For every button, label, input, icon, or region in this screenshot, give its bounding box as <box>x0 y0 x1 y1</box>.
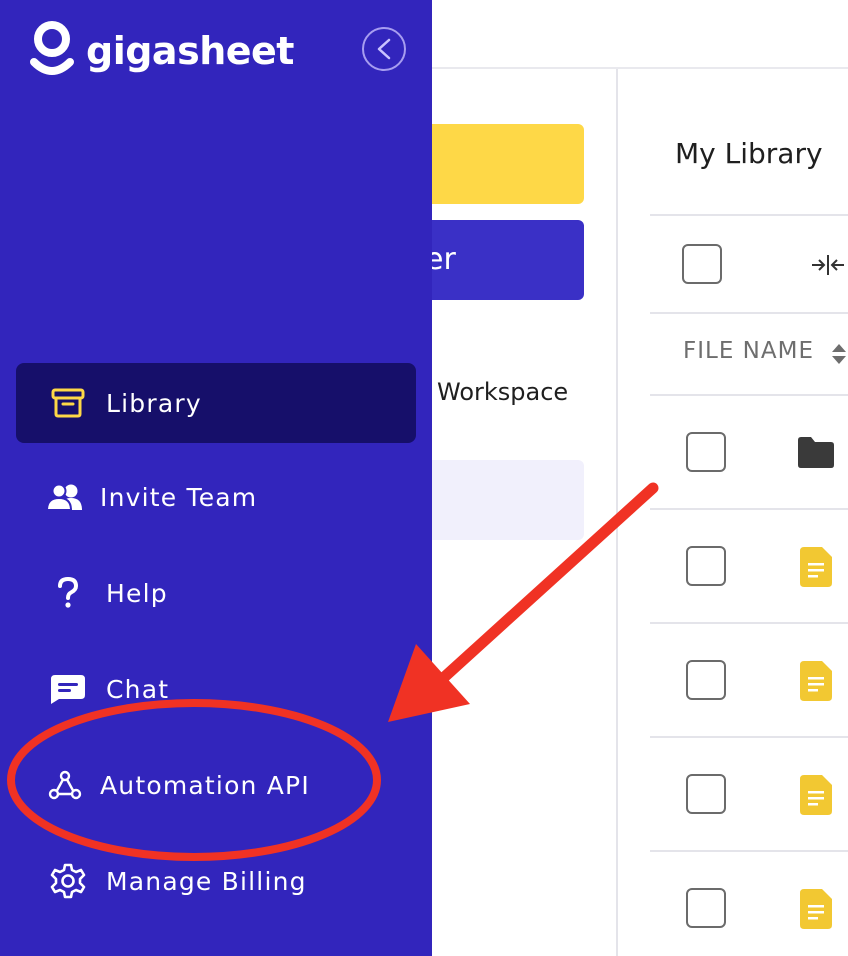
sidebar-item-label: Automation API <box>100 770 310 800</box>
row-checkbox[interactable] <box>686 546 726 586</box>
chevron-left-icon <box>377 38 391 60</box>
sheet-file-icon <box>800 889 832 929</box>
divider <box>650 508 848 510</box>
divider <box>650 312 848 314</box>
divider <box>650 214 848 216</box>
gear-icon <box>48 861 88 901</box>
divider <box>650 622 848 624</box>
row-checkbox[interactable] <box>686 888 726 928</box>
users-icon <box>46 477 84 517</box>
row-checkbox[interactable] <box>686 774 726 814</box>
collapse-sidebar-button[interactable] <box>362 27 406 71</box>
question-icon <box>48 573 88 613</box>
row-checkbox[interactable] <box>686 660 726 700</box>
sheet-file-icon <box>800 775 832 815</box>
sidebar-item-chat[interactable]: Chat <box>16 649 416 729</box>
sidebar-item-label: Library <box>106 388 202 418</box>
sidebar-item-help[interactable]: Help <box>16 553 416 633</box>
sidebar-item-label: Help <box>106 578 168 608</box>
row-checkbox[interactable] <box>686 432 726 472</box>
collapse-columns-icon[interactable] <box>808 250 848 280</box>
page-title: My Library <box>675 137 823 170</box>
file-name-column-header[interactable]: FILE NAME <box>683 338 814 364</box>
sidebar-item-label: Chat <box>106 674 170 704</box>
sidebar-item-invite-team[interactable]: Invite Team <box>16 457 416 537</box>
workspace-label: Workspace <box>437 378 569 406</box>
sidebar-item-automation-api[interactable]: Automation API <box>16 745 416 825</box>
sidebar-item-label: Invite Team <box>100 482 258 512</box>
divider <box>650 736 848 738</box>
sheet-file-icon <box>800 547 832 587</box>
archive-icon <box>48 383 88 423</box>
divider <box>650 850 848 852</box>
brand-name: gigasheet <box>86 29 294 73</box>
gigasheet-logo-icon <box>30 21 74 75</box>
sidebar-item-library[interactable]: Library <box>16 363 416 443</box>
webhook-icon <box>46 765 84 805</box>
sidebar-item-manage-billing[interactable]: Manage Billing <box>16 841 416 921</box>
select-all-checkbox[interactable] <box>682 244 722 284</box>
sheet-file-icon <box>800 661 832 701</box>
folder-icon <box>798 437 834 468</box>
sidebar-item-label: Manage Billing <box>106 866 307 896</box>
sidebar: gigasheet Library Invite Team Help Chat … <box>0 0 432 956</box>
chat-icon <box>48 669 88 709</box>
brand-logo[interactable]: gigasheet <box>30 20 294 82</box>
divider <box>650 394 848 396</box>
sort-icon[interactable] <box>830 343 848 365</box>
